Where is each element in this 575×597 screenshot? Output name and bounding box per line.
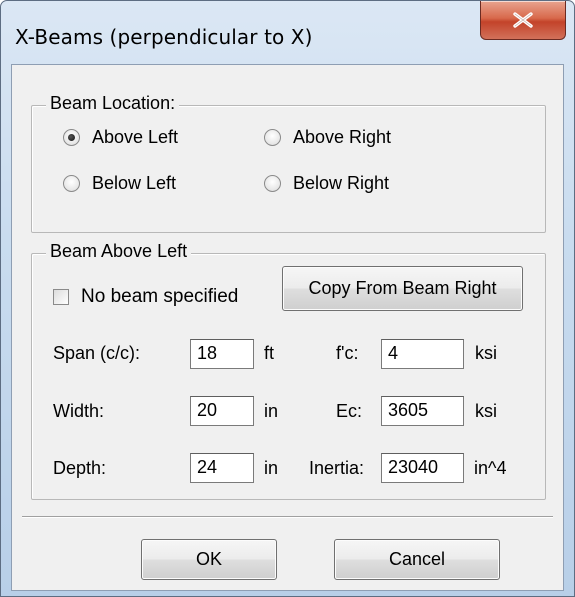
width-unit: in: [264, 401, 279, 421]
radio-below-left-label: Below Left: [92, 173, 177, 193]
radio-above-right-label: Above Right: [293, 127, 392, 147]
radio-button[interactable]: [63, 175, 80, 192]
checkbox-box[interactable]: [53, 289, 69, 305]
beam-location-label: Beam Location:: [46, 93, 180, 114]
beam-properties-label: Beam Above Left: [46, 241, 192, 262]
radio-above-left[interactable]: Above Left: [63, 127, 178, 148]
fc-input[interactable]: 4: [381, 339, 464, 369]
no-beam-checkbox[interactable]: No beam specified: [53, 286, 238, 308]
beam-properties-group: Beam Above Left No beam specified Copy F…: [31, 241, 546, 500]
inertia-label: Inertia:: [309, 458, 365, 478]
radio-below-right-label: Below Right: [293, 173, 390, 193]
radio-below-left[interactable]: Below Left: [63, 173, 176, 194]
close-button[interactable]: [480, 1, 566, 40]
ec-input[interactable]: 3605: [381, 396, 464, 426]
button-separator: [22, 516, 553, 518]
fc-label: f'c:: [336, 343, 359, 363]
dialog-client-area: Beam Location: Above Left Above Right Be…: [11, 64, 564, 591]
radio-above-right[interactable]: Above Right: [264, 127, 391, 148]
window-title: X-Beams (perpendicular to X): [15, 25, 313, 49]
depth-label: Depth:: [53, 458, 107, 478]
no-beam-label: No beam specified: [81, 286, 239, 307]
depth-input[interactable]: 24: [190, 453, 254, 483]
ec-label: Ec:: [336, 401, 363, 421]
dialog-window: X-Beams (perpendicular to X) Beam Locati…: [0, 0, 575, 597]
close-icon: [513, 12, 533, 28]
copy-from-beam-right-button[interactable]: Copy From Beam Right: [282, 266, 523, 311]
depth-unit: in: [264, 458, 279, 478]
ok-button[interactable]: OK: [141, 539, 277, 580]
radio-button-checked[interactable]: [63, 129, 80, 146]
radio-button[interactable]: [264, 175, 281, 192]
radio-button[interactable]: [264, 129, 281, 146]
radio-above-left-label: Above Left: [92, 127, 179, 147]
beam-location-group: Beam Location: Above Left Above Right Be…: [31, 93, 546, 233]
width-input[interactable]: 20: [190, 396, 254, 426]
title-bar[interactable]: X-Beams (perpendicular to X): [1, 1, 574, 63]
inertia-input[interactable]: 23040: [381, 453, 464, 483]
cancel-button[interactable]: Cancel: [334, 539, 500, 580]
fc-unit: ksi: [475, 343, 497, 363]
span-unit: ft: [264, 343, 275, 363]
ec-unit: ksi: [475, 401, 497, 421]
width-label: Width:: [53, 401, 105, 421]
radio-below-right[interactable]: Below Right: [264, 173, 389, 194]
span-label: Span (c/c):: [53, 343, 141, 363]
inertia-unit: in^4: [474, 458, 507, 478]
span-input[interactable]: 18: [190, 339, 254, 369]
